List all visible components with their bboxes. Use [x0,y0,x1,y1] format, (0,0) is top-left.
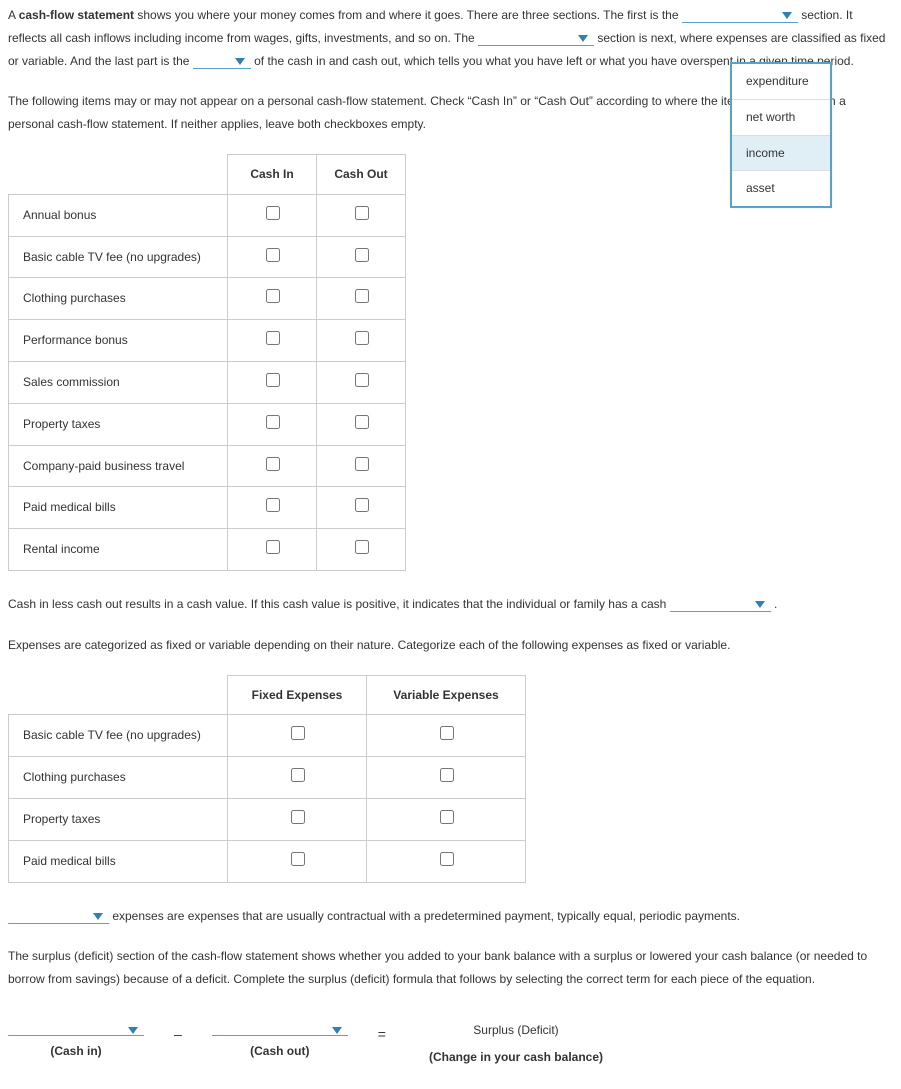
equals-sign: = [378,1019,386,1048]
fixed-checkbox[interactable] [291,810,305,824]
cash-in-checkbox[interactable] [266,373,280,387]
cash-in-checkbox[interactable] [266,289,280,303]
cash-out-checkbox[interactable] [355,331,369,345]
dropdown-options-list[interactable]: expenditurenet worthincomeasset [730,62,832,208]
dropdown-option[interactable]: income [732,136,830,172]
paragraph-fixed-def: expenses are expenses that are usually c… [8,905,893,928]
cash-in-checkbox[interactable] [266,206,280,220]
cash-flow-table: Cash In Cash Out Annual bonusBasic cable… [8,154,406,571]
row-label: Paid medical bills [9,487,228,529]
row-label: Clothing purchases [9,278,228,320]
row-label: Paid medical bills [9,840,228,882]
surplus-formula: (Cash in) – (Cash out) = Surplus (Defici… [8,1019,893,1069]
cash-in-checkbox[interactable] [266,457,280,471]
table-row: Basic cable TV fee (no upgrades) [9,236,406,278]
variable-checkbox[interactable] [440,726,454,740]
cash-out-checkbox[interactable] [355,373,369,387]
row-label: Basic cable TV fee (no upgrades) [9,715,228,757]
formula-label: (Cash in) [8,1040,144,1063]
expense-table: Fixed Expenses Variable Expenses Basic c… [8,675,526,883]
caret-icon [235,58,245,65]
caret-icon [93,913,103,920]
dropdown-option[interactable]: asset [732,171,830,206]
table-row: Rental income [9,529,406,571]
table-row: Property taxes [9,798,526,840]
dropdown-expense-type[interactable] [8,909,109,924]
table-row: Paid medical bills [9,487,406,529]
table-row: Performance bonus [9,320,406,362]
col-header: Variable Expenses [367,675,526,715]
row-label: Sales commission [9,361,228,403]
fixed-checkbox[interactable] [291,726,305,740]
dropdown-section-1[interactable] [682,8,798,23]
cash-out-checkbox[interactable] [355,498,369,512]
row-label: Annual bonus [9,194,228,236]
dropdown-cash-value[interactable] [670,597,771,612]
dropdown-formula-2[interactable] [212,1019,348,1036]
caret-icon [782,12,792,19]
dropdown-section-2[interactable] [478,31,594,46]
table-row: Annual bonus [9,194,406,236]
table-row: Paid medical bills [9,840,526,882]
cash-in-checkbox[interactable] [266,415,280,429]
variable-checkbox[interactable] [440,852,454,866]
cash-in-checkbox[interactable] [266,248,280,262]
col-header: Fixed Expenses [228,675,367,715]
fixed-checkbox[interactable] [291,768,305,782]
table-row: Clothing purchases [9,757,526,799]
row-label: Company-paid business travel [9,445,228,487]
cash-in-checkbox[interactable] [266,331,280,345]
table-row: Clothing purchases [9,278,406,320]
paragraph-expense-intro: Expenses are categorized as fixed or var… [8,634,893,657]
variable-checkbox[interactable] [440,810,454,824]
formula-label: (Cash out) [212,1040,348,1063]
dropdown-section-3[interactable] [193,54,251,69]
col-header: Cash Out [317,154,406,194]
cash-out-checkbox[interactable] [355,457,369,471]
paragraph-surplus: The surplus (deficit) section of the cas… [8,945,893,991]
formula-result: Surplus (Deficit) [416,1019,616,1042]
table-row: Basic cable TV fee (no upgrades) [9,715,526,757]
formula-label: (Change in your cash balance) [416,1046,616,1069]
row-label: Clothing purchases [9,757,228,799]
table-row: Property taxes [9,403,406,445]
cash-out-checkbox[interactable] [355,289,369,303]
dropdown-option[interactable]: net worth [732,100,830,136]
bold-term: cash-flow statement [19,8,134,22]
caret-icon [755,601,765,608]
paragraph-cash-value: Cash in less cash out results in a cash … [8,593,893,616]
caret-icon [578,35,588,42]
cash-out-checkbox[interactable] [355,248,369,262]
cash-in-checkbox[interactable] [266,498,280,512]
dropdown-option[interactable]: expenditure [732,64,830,100]
cash-in-checkbox[interactable] [266,540,280,554]
cash-out-checkbox[interactable] [355,540,369,554]
row-label: Rental income [9,529,228,571]
row-label: Performance bonus [9,320,228,362]
fixed-checkbox[interactable] [291,852,305,866]
variable-checkbox[interactable] [440,768,454,782]
minus-sign: – [174,1019,182,1048]
cash-out-checkbox[interactable] [355,206,369,220]
col-header: Cash In [228,154,317,194]
row-label: Property taxes [9,798,228,840]
table-row: Sales commission [9,361,406,403]
caret-icon [332,1027,342,1034]
table-row: Company-paid business travel [9,445,406,487]
caret-icon [128,1027,138,1034]
row-label: Property taxes [9,403,228,445]
dropdown-formula-1[interactable] [8,1019,144,1036]
cash-out-checkbox[interactable] [355,415,369,429]
row-label: Basic cable TV fee (no upgrades) [9,236,228,278]
